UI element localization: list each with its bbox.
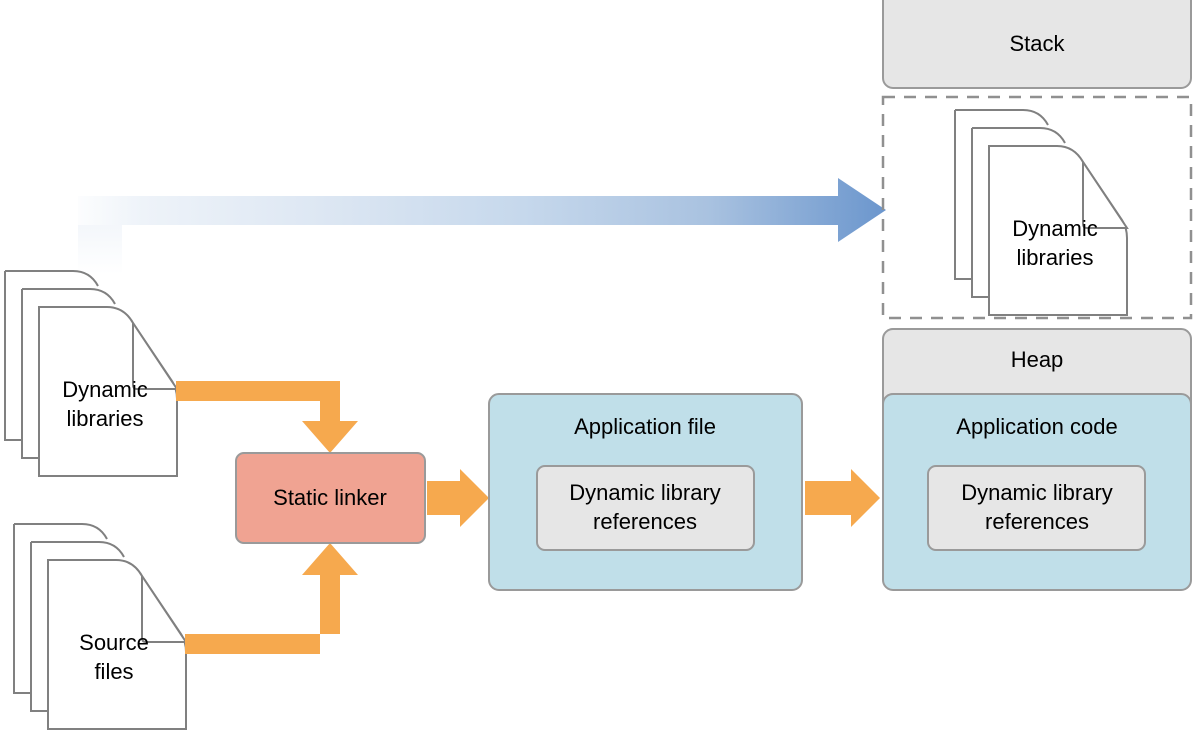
dynamic-libraries-source-label-line2: libraries — [66, 406, 143, 431]
application-file-inner-label-line2: references — [593, 509, 697, 534]
arrow-application-file-to-application-code — [805, 469, 880, 527]
orange-elbow-arrow-up-icon — [185, 543, 358, 654]
application-file-label: Application file — [574, 414, 716, 439]
dynamic-linking-diagram: Dynamic libraries Source files Static li… — [4, 0, 1193, 730]
source-document-page-back-2-top-icon — [31, 541, 125, 558]
orange-elbow-arrow-down-icon — [176, 381, 358, 453]
application-file-inner-label-line1: Dynamic library — [569, 480, 721, 505]
diagram-canvas: Dynamic libraries Source files Static li… — [0, 0, 1194, 735]
stack-label: Stack — [1009, 31, 1065, 56]
heap-label: Heap — [1011, 347, 1064, 372]
orange-arrow-right-1-icon — [427, 469, 489, 527]
node-stack[interactable]: Stack — [882, 0, 1192, 89]
static-linker-label: Static linker — [273, 485, 387, 510]
dynamic-libraries-source-label-line1: Dynamic — [62, 377, 148, 402]
node-application-code[interactable]: Application code Dynamic library referen… — [882, 393, 1192, 591]
node-application-file[interactable]: Application file Dynamic library referen… — [488, 393, 803, 591]
arrow-libraries-to-linker — [176, 381, 358, 453]
orange-arrow-right-2-icon — [805, 469, 880, 527]
document-stack-dynamic-libraries-source: Dynamic libraries — [4, 270, 179, 477]
loaded-dynamic-libraries-label-line2: libraries — [1016, 245, 1093, 270]
document-page-back-2-top-icon — [22, 288, 116, 305]
arrow-sources-to-linker — [185, 543, 358, 654]
arrow-libraries-to-process-memory — [78, 178, 886, 274]
source-files-label-line2: files — [94, 659, 133, 684]
blue-arrow-shaft-and-head — [78, 178, 886, 242]
loaded-document-page-back-2-top-icon — [972, 127, 1066, 144]
document-stack-loaded-dynamic-libraries: Dynamic libraries — [954, 109, 1129, 316]
document-page-back-3-top-icon — [5, 270, 99, 287]
loaded-dynamic-libraries-label-line1: Dynamic — [1012, 216, 1098, 241]
arrow-linker-to-application-file — [427, 469, 489, 527]
application-code-inner-label-line1: Dynamic library — [961, 480, 1113, 505]
loaded-document-page-back-3-top-icon — [955, 109, 1049, 126]
source-document-page-back-3-top-icon — [14, 523, 108, 540]
document-stack-source-files: Source files — [13, 523, 188, 730]
node-static-linker[interactable]: Static linker — [235, 452, 426, 544]
application-code-label: Application code — [956, 414, 1117, 439]
source-files-label-line1: Source — [79, 630, 149, 655]
application-code-inner-label-line2: references — [985, 509, 1089, 534]
